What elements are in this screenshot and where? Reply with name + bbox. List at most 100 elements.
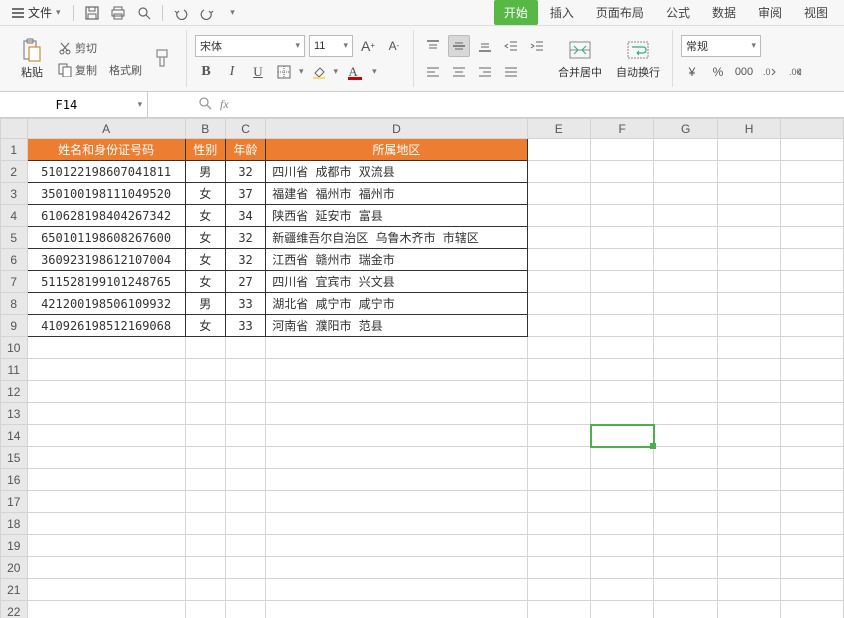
cell[interactable] xyxy=(225,469,265,491)
table-data-cell[interactable]: 新疆维吾尔自治区 乌鲁木齐市 市辖区 xyxy=(266,227,527,249)
cell[interactable] xyxy=(266,403,527,425)
cell[interactable] xyxy=(266,601,527,618)
cell[interactable] xyxy=(781,513,844,535)
table-data-cell[interactable]: 37 xyxy=(225,183,265,205)
cell[interactable] xyxy=(185,337,225,359)
cell[interactable] xyxy=(527,403,590,425)
cell[interactable] xyxy=(591,139,654,161)
cell[interactable] xyxy=(781,205,844,227)
tab-data[interactable]: 数据 xyxy=(702,0,746,25)
cell[interactable] xyxy=(27,425,185,447)
table-data-cell[interactable]: 女 xyxy=(185,183,225,205)
italic-button[interactable]: I xyxy=(221,61,243,83)
cell[interactable] xyxy=(591,271,654,293)
cell[interactable] xyxy=(27,381,185,403)
cell[interactable] xyxy=(717,161,780,183)
cell[interactable] xyxy=(591,447,654,469)
cell[interactable] xyxy=(527,337,590,359)
tab-start[interactable]: 开始 xyxy=(494,0,538,25)
table-data-cell[interactable]: 女 xyxy=(185,271,225,293)
cell[interactable] xyxy=(225,491,265,513)
cell[interactable] xyxy=(527,381,590,403)
cell[interactable] xyxy=(527,491,590,513)
cell[interactable] xyxy=(591,403,654,425)
search-icon[interactable] xyxy=(198,96,212,113)
table-data-cell[interactable]: 610628198404267342 xyxy=(27,205,185,227)
cell[interactable] xyxy=(27,579,185,601)
cell[interactable] xyxy=(27,557,185,579)
table-data-cell[interactable]: 四川省 成都市 双流县 xyxy=(266,161,527,183)
cell[interactable] xyxy=(527,579,590,601)
cell[interactable] xyxy=(185,601,225,618)
decrease-decimal-button[interactable]: .00 xyxy=(785,61,807,83)
table-data-cell[interactable]: 511528199101248765 xyxy=(27,271,185,293)
cell[interactable] xyxy=(781,403,844,425)
qat-dropdown-icon[interactable]: ▾ xyxy=(221,2,245,24)
cell[interactable] xyxy=(781,359,844,381)
cell[interactable] xyxy=(266,557,527,579)
table-data-cell[interactable]: 32 xyxy=(225,227,265,249)
fx-icon[interactable]: fx xyxy=(220,97,229,112)
table-header-cell[interactable]: 年龄 xyxy=(225,139,265,161)
print-icon[interactable] xyxy=(106,2,130,24)
border-button[interactable] xyxy=(273,61,295,83)
cell[interactable] xyxy=(527,161,590,183)
table-data-cell[interactable]: 女 xyxy=(185,315,225,337)
col-header-blank[interactable] xyxy=(781,119,844,139)
row-header[interactable]: 3 xyxy=(1,183,28,205)
cell[interactable] xyxy=(717,447,780,469)
table-data-cell[interactable]: 男 xyxy=(185,293,225,315)
cell[interactable] xyxy=(654,513,718,535)
tab-page-layout[interactable]: 页面布局 xyxy=(586,0,654,25)
increase-indent-button[interactable] xyxy=(526,35,548,57)
cell[interactable] xyxy=(654,359,718,381)
col-header-G[interactable]: G xyxy=(654,119,718,139)
tab-formula[interactable]: 公式 xyxy=(656,0,700,25)
row-header[interactable]: 5 xyxy=(1,227,28,249)
cell[interactable] xyxy=(717,535,780,557)
col-header-H[interactable]: H xyxy=(717,119,780,139)
row-header[interactable]: 11 xyxy=(1,359,28,381)
comma-button[interactable]: 000 xyxy=(733,61,755,83)
cell[interactable] xyxy=(654,139,718,161)
copy-button[interactable]: 复制 xyxy=(54,60,101,80)
row-header[interactable]: 7 xyxy=(1,271,28,293)
cell[interactable] xyxy=(781,557,844,579)
cell[interactable] xyxy=(654,557,718,579)
cell[interactable] xyxy=(27,469,185,491)
cell[interactable] xyxy=(225,535,265,557)
row-header[interactable]: 14 xyxy=(1,425,28,447)
cell[interactable] xyxy=(266,359,527,381)
cell[interactable] xyxy=(717,271,780,293)
decrease-indent-button[interactable] xyxy=(500,35,522,57)
table-data-cell[interactable]: 34 xyxy=(225,205,265,227)
cell[interactable] xyxy=(527,425,590,447)
row-header[interactable]: 19 xyxy=(1,535,28,557)
currency-button[interactable]: ¥ xyxy=(681,61,703,83)
cell[interactable] xyxy=(654,271,718,293)
cell[interactable] xyxy=(591,293,654,315)
cell[interactable] xyxy=(717,469,780,491)
cell[interactable] xyxy=(717,403,780,425)
align-right-button[interactable] xyxy=(474,61,496,83)
cell[interactable] xyxy=(781,293,844,315)
cell[interactable] xyxy=(266,535,527,557)
cell[interactable] xyxy=(225,381,265,403)
align-top-button[interactable] xyxy=(422,35,444,57)
font-size-select[interactable]: 11 ▾ xyxy=(309,35,353,57)
table-data-cell[interactable]: 女 xyxy=(185,205,225,227)
row-header[interactable]: 22 xyxy=(1,601,28,618)
table-data-cell[interactable]: 32 xyxy=(225,161,265,183)
cell[interactable] xyxy=(781,579,844,601)
cell[interactable] xyxy=(527,227,590,249)
row-header[interactable]: 16 xyxy=(1,469,28,491)
undo-icon[interactable] xyxy=(169,2,193,24)
cut-button[interactable]: 剪切 xyxy=(54,38,146,58)
increase-font-button[interactable]: A+ xyxy=(357,35,379,57)
tab-insert[interactable]: 插入 xyxy=(540,0,584,25)
table-data-cell[interactable]: 32 xyxy=(225,249,265,271)
cell[interactable] xyxy=(27,447,185,469)
table-data-cell[interactable]: 河南省 濮阳市 范县 xyxy=(266,315,527,337)
cell[interactable] xyxy=(654,337,718,359)
chevron-down-icon[interactable]: ▾ xyxy=(133,99,147,110)
